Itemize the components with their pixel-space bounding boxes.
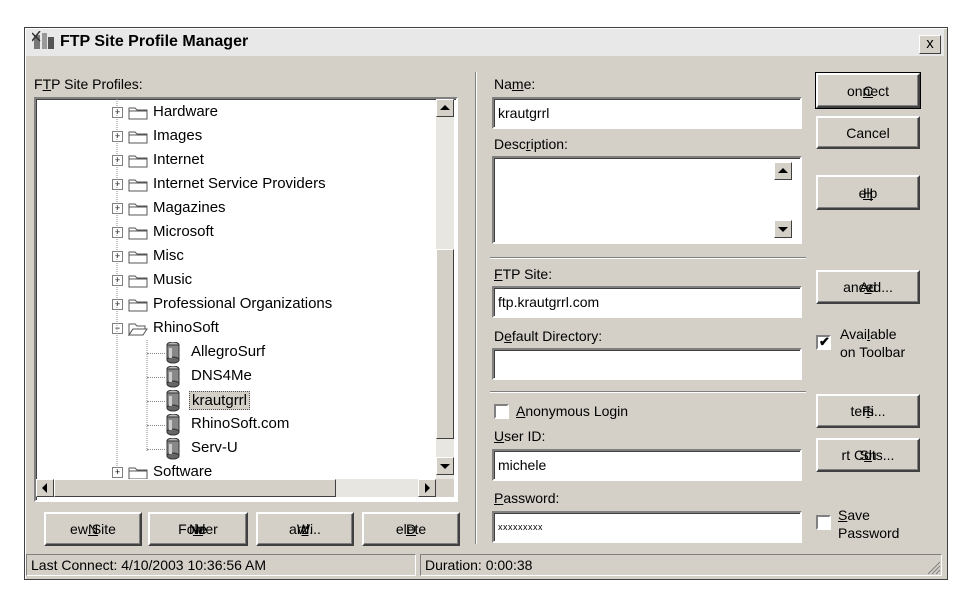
- arrow-left-icon: [42, 483, 47, 493]
- name-label: Name:: [494, 76, 536, 92]
- password-input[interactable]: xxxxxxxxx: [492, 511, 802, 543]
- user-id-value: michele: [498, 457, 547, 473]
- save-password-checkbox[interactable]: [816, 515, 831, 530]
- check-icon: ✔: [819, 334, 830, 349]
- anonymous-login-label[interactable]: Anonymous Login: [516, 403, 628, 419]
- ftp-site-label: FTP Site:: [494, 266, 553, 282]
- profiles-tree[interactable]: +Hardware+Images+Internet+Internet Servi…: [34, 97, 458, 502]
- short-cuts-button[interactable]: Sh o rt Cuts...: [816, 438, 920, 472]
- password-label: Password:: [494, 490, 560, 506]
- duration-text: Duration: 0:00:38: [425, 557, 533, 573]
- user-id-input[interactable]: michele: [492, 449, 802, 481]
- default-directory-label: Default Directory:: [494, 328, 603, 344]
- desc-scroll-down[interactable]: [774, 220, 792, 238]
- profiles-label: FTP Site Profiles:: [34, 76, 143, 92]
- window-title: FTP Site Profile Manager: [60, 33, 249, 50]
- scroll-corner: [436, 479, 454, 497]
- ftp-app-icon: [32, 31, 54, 49]
- new-folder-button[interactable]: Ne w Folder: [148, 512, 248, 546]
- status-duration-pane: Duration: 0:00:38: [420, 554, 942, 576]
- arrow-down-icon: [778, 227, 788, 232]
- wizard-button[interactable]: Wi z ard...: [256, 512, 354, 546]
- filters-button[interactable]: Fi l ters...: [816, 394, 920, 428]
- available-on-toolbar-checkbox[interactable]: ✔: [816, 334, 831, 350]
- scroll-down-button[interactable]: [436, 457, 454, 475]
- close-icon: x: [926, 35, 934, 52]
- hscroll-thumb[interactable]: [54, 479, 336, 497]
- advanced-button[interactable]: Ad v anced...: [816, 270, 920, 304]
- scroll-right-button[interactable]: [418, 479, 436, 497]
- status-last-connect-pane: Last Connect: 4/10/2003 10:36:56 AM: [26, 554, 416, 576]
- name-value: krautgrrl: [498, 105, 550, 121]
- cancel-button[interactable]: Cancel: [816, 116, 920, 149]
- save-password-label[interactable]: Save Password: [838, 506, 899, 542]
- desc-scroll-up[interactable]: [774, 162, 792, 180]
- name-input[interactable]: krautgrrl: [492, 97, 802, 129]
- close-button[interactable]: x: [919, 35, 941, 54]
- last-connect-text: Last Connect: 4/10/2003 10:36:56 AM: [31, 557, 267, 573]
- resize-grip-icon[interactable]: [927, 561, 941, 575]
- scroll-thumb[interactable]: [436, 249, 454, 439]
- arrow-down-icon: [440, 464, 450, 469]
- arrow-up-icon: [440, 105, 450, 110]
- scroll-up-button[interactable]: [436, 99, 454, 117]
- password-value: xxxxxxxxx: [498, 522, 543, 532]
- ftp-site-value: ftp.krautgrrl.com: [498, 294, 600, 310]
- scroll-left-button[interactable]: [36, 479, 54, 497]
- description-textarea[interactable]: [492, 156, 802, 244]
- tree-hscrollbar[interactable]: [36, 479, 436, 497]
- arrow-right-icon: [425, 483, 430, 493]
- tree-vscrollbar[interactable]: [436, 99, 454, 479]
- description-label: Description:: [494, 136, 568, 152]
- separator: [490, 391, 806, 393]
- ftp-site-input[interactable]: ftp.krautgrrl.com: [492, 286, 802, 318]
- delete-button[interactable]: Delete: [362, 512, 460, 546]
- default-directory-input[interactable]: [492, 348, 802, 380]
- new-site-button[interactable]: New Site: [44, 512, 142, 546]
- anonymous-login-checkbox[interactable]: [494, 404, 509, 419]
- separator: [490, 257, 806, 259]
- available-on-toolbar-label[interactable]: Available on Toolbar: [840, 325, 905, 361]
- panel-divider: [475, 72, 477, 544]
- tree-lines: [116, 99, 148, 471]
- user-id-label: User ID:: [494, 428, 546, 444]
- connect-button[interactable]: Connect: [815, 72, 921, 109]
- help-button[interactable]: Help: [816, 175, 920, 210]
- arrow-up-icon: [778, 168, 788, 173]
